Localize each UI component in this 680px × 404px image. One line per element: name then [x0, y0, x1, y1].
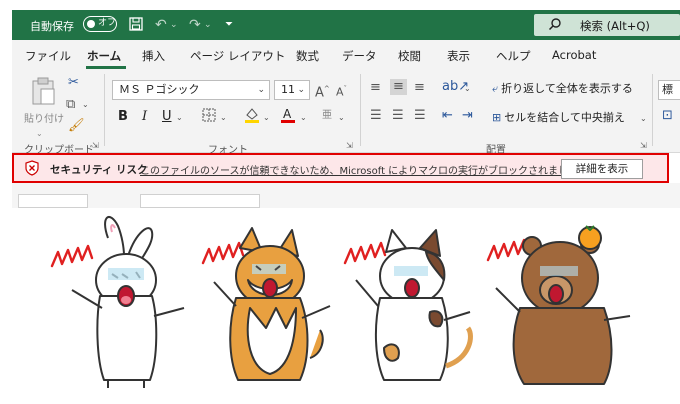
autosave-label: 自動保存 — [30, 20, 74, 33]
show-details-button[interactable]: 詳細を表示 — [561, 159, 643, 179]
wrap-text-label: 折り返して全体を表示する — [501, 82, 633, 95]
borders-dropdown-icon[interactable]: ⌄ — [220, 110, 227, 126]
wrap-text-button[interactable]: ⤶ 折り返して全体を表示する — [492, 80, 633, 96]
copy-dropdown-icon[interactable]: ⌄ — [82, 97, 89, 113]
increase-font-size-icon[interactable]: A^ — [315, 81, 330, 101]
tab-review[interactable]: 校閲 — [398, 48, 421, 64]
font-color-dropdown-icon[interactable]: ⌄ — [300, 110, 307, 126]
paste-icon[interactable] — [30, 76, 56, 111]
currency-format-icon[interactable]: ⊡ — [662, 108, 673, 124]
ribbon: 貼り付け ⌄ ✂ ⧉ ⌄ 🖌 クリップボード ⇲ ＭＳ Ｐゴシック ⌄ 11 ⌄… — [12, 70, 680, 156]
format-painter-icon[interactable]: 🖌 — [68, 118, 85, 134]
clipboard-launcher-icon[interactable]: ⇲ — [92, 141, 99, 150]
tab-page-layout[interactable]: ページ レイアウト — [190, 48, 285, 64]
redo-dropdown-icon[interactable]: ⌄ — [204, 17, 212, 33]
excel-window: 自動保存 オフ ↶ ⌄ ↷ ⌄ ⏷ 検索 (Alt+Q) ファイル ホーム 挿入… — [0, 0, 680, 208]
underline-dropdown-icon[interactable]: ⌄ — [176, 110, 183, 126]
font-name-select[interactable]: ＭＳ Ｐゴシック ⌄ — [112, 80, 270, 100]
chevron-down-icon: ⌄ — [297, 85, 305, 95]
font-name-value: ＭＳ Ｐゴシック — [119, 83, 200, 96]
undo-dropdown-icon[interactable]: ⌄ — [170, 17, 178, 33]
undo-icon[interactable]: ↶ — [155, 17, 167, 33]
tab-data[interactable]: データ — [342, 48, 377, 64]
merge-center-button[interactable]: ⊞ セルを結合して中央揃え — [492, 109, 625, 125]
merge-dropdown-icon[interactable]: ⌄ — [640, 111, 647, 127]
font-color-icon[interactable]: A — [280, 106, 296, 129]
tab-file[interactable]: ファイル — [25, 48, 71, 64]
font-size-value: 11 — [281, 83, 295, 96]
align-center-icon[interactable]: ☰ — [392, 108, 404, 124]
search-label: 検索 (Alt+Q) — [580, 19, 650, 33]
number-format-value: 標 — [662, 83, 673, 96]
paste-dropdown-icon[interactable]: ⌄ — [36, 126, 43, 142]
tab-view[interactable]: 表示 — [447, 48, 470, 64]
number-format-select[interactable]: 標 — [658, 80, 680, 100]
tab-help[interactable]: ヘルプ — [496, 48, 531, 64]
phonetic-guide-icon[interactable]: 亜 — [322, 108, 332, 124]
tab-insert[interactable]: 挿入 — [142, 48, 165, 64]
svg-text:A: A — [283, 107, 292, 121]
security-risk-message[interactable]: このファイルのソースが信頼できないため、Microsoft によりマクロの実行が… — [140, 162, 588, 177]
align-top-icon[interactable]: ≡ — [370, 80, 381, 96]
font-launcher-icon[interactable]: ⇲ — [346, 141, 353, 150]
copy-icon[interactable]: ⧉ — [66, 97, 75, 113]
redo-icon[interactable]: ↷ — [189, 17, 201, 33]
cut-icon[interactable]: ✂ — [68, 75, 79, 91]
ribbon-tabs: ファイル ホーム 挿入 ページ レイアウト 数式 データ 校閲 表示 ヘルプ A… — [12, 40, 680, 70]
italic-icon[interactable]: I — [142, 109, 147, 125]
autosave-toggle[interactable]: オフ — [83, 16, 117, 32]
tab-home[interactable]: ホーム — [87, 48, 121, 64]
search-icon — [548, 17, 562, 35]
shield-warning-icon — [24, 160, 40, 176]
paste-label: 貼り付け — [24, 114, 64, 125]
merge-center-icon: ⊞ — [492, 111, 502, 124]
autosave-state: オフ — [98, 18, 117, 28]
align-left-icon[interactable]: ☰ — [370, 108, 382, 124]
toggle-knob — [87, 20, 95, 28]
font-size-select[interactable]: 11 ⌄ — [274, 80, 310, 100]
surprise-mark — [201, 241, 245, 265]
tab-formulas[interactable]: 数式 — [296, 48, 319, 64]
surprise-mark — [343, 241, 387, 265]
decrease-indent-icon[interactable]: ⇤ — [442, 108, 453, 124]
increase-indent-icon[interactable]: ⇥ — [462, 108, 473, 124]
bold-icon[interactable]: B — [118, 109, 128, 125]
sheet-area — [12, 183, 680, 208]
underline-icon[interactable]: U — [162, 109, 172, 125]
group-separator — [652, 74, 653, 146]
surprise-mark — [50, 244, 94, 268]
align-right-icon[interactable]: ☰ — [414, 108, 426, 124]
security-risk-title: セキュリティ リスク — [50, 164, 148, 176]
group-separator — [360, 74, 361, 146]
borders-icon[interactable] — [202, 108, 216, 127]
group-separator — [104, 74, 105, 146]
security-warning-bar: セキュリティ リスク このファイルのソースが信頼できないため、Microsoft… — [12, 153, 669, 183]
tab-acrobat[interactable]: Acrobat — [552, 48, 596, 62]
orientation-dropdown-icon[interactable]: ⌄ — [464, 81, 471, 97]
formula-bar[interactable] — [140, 194, 260, 208]
animal-illustration — [50, 215, 631, 388]
chevron-down-icon: ⌄ — [257, 85, 265, 95]
align-middle-icon[interactable]: ≡ — [390, 79, 407, 95]
decrease-font-size-icon[interactable]: Aˇ — [336, 81, 347, 101]
fill-color-dropdown-icon[interactable]: ⌄ — [263, 110, 270, 126]
align-bottom-icon[interactable]: ≡ — [414, 80, 425, 96]
title-bar: 自動保存 オフ ↶ ⌄ ↷ ⌄ ⏷ 検索 (Alt+Q) — [12, 10, 680, 40]
search-box[interactable]: 検索 (Alt+Q) — [534, 14, 680, 36]
rabbit-character — [71, 215, 185, 388]
alignment-launcher-icon[interactable]: ⇲ — [640, 141, 647, 150]
wrap-text-icon: ⤶ — [492, 82, 499, 95]
active-tab-indicator — [86, 66, 126, 69]
customize-quick-access-icon[interactable]: ⏷ — [225, 17, 233, 33]
name-box[interactable] — [18, 194, 88, 208]
phonetic-dropdown-icon[interactable]: ⌄ — [338, 110, 345, 126]
fill-color-icon[interactable] — [244, 106, 260, 129]
merge-center-label: セルを結合して中央揃え — [504, 111, 625, 124]
save-icon[interactable] — [129, 17, 143, 35]
